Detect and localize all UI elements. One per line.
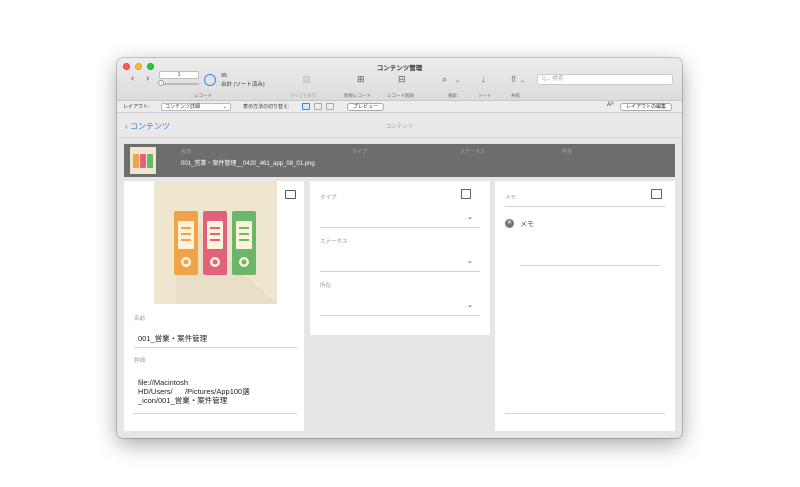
header-name-caption: 名前	[181, 149, 192, 155]
edit-layout-button[interactable]: レイアウトの編集	[620, 102, 673, 111]
find-dropdown-chevron-icon[interactable]: ⌄	[455, 77, 460, 84]
next-record-icon[interactable]: ›	[146, 73, 149, 84]
records-pie-icon	[204, 74, 216, 86]
detail-line-3: _icon/001_営業・案件管理	[138, 396, 228, 405]
detail-line-1: file://Macintosh	[138, 378, 189, 387]
chevron-down-icon: ⌄	[222, 103, 227, 110]
memo-item[interactable]: メモ	[520, 219, 534, 229]
new-record-icon[interactable]: ⊞	[357, 74, 365, 85]
status-label: ステータス	[320, 239, 348, 245]
search-field-icon: Q⌄	[542, 76, 553, 82]
header-status-caption: ステータス	[460, 149, 486, 155]
content-image[interactable]	[154, 181, 277, 304]
header-filename: 001_営業・案件管理__0420_461_app_08_01.png	[181, 161, 315, 167]
location-label: 所在	[320, 283, 332, 289]
record-slider-knob[interactable]	[158, 80, 164, 86]
name-field[interactable]: 001_営業・案件管理	[138, 333, 207, 344]
memo-header-underline	[505, 206, 665, 207]
binders-thumbnail-icon	[133, 154, 153, 168]
type-dropdown-chevron-icon[interactable]: ⌄	[467, 213, 473, 221]
status-dropdown-chevron-icon[interactable]: ⌄	[467, 257, 473, 265]
titlebar: コンテンツ管理 ‹ › 1 95 合計 (ソート済み) レコード ▤ すべてを表…	[117, 58, 682, 101]
list-header-row[interactable]: 名前 タイプ ステータス 所在 001_営業・案件管理__0420_461_ap…	[124, 144, 675, 177]
type-label: タイプ	[320, 195, 337, 201]
show-all-label[interactable]: すべてを表示	[290, 93, 316, 99]
search-placeholder: 検索	[552, 76, 564, 82]
list-view-icon[interactable]	[314, 103, 322, 110]
binders-icon	[174, 211, 277, 304]
delete-circle-icon[interactable]: ✕	[505, 219, 514, 228]
new-record-label[interactable]: 新規レコード	[344, 93, 371, 99]
name-label: 名前	[134, 316, 146, 322]
name-field-underline	[134, 347, 297, 348]
detail-field-underline	[134, 413, 297, 414]
table-view-icon[interactable]	[326, 103, 334, 110]
font-size-icon[interactable]: Aᴬ	[607, 102, 614, 108]
location-dropdown-chevron-icon[interactable]: ⌄	[467, 301, 473, 309]
layout-bar: レイアウト: コンテンツ詳細 ⌄ 表示方法の切り替え: プレビュー Aᴬ レイア…	[117, 101, 682, 113]
detail-line-2: HD/Users/ /Pictures/App100選	[138, 387, 250, 396]
share-label[interactable]: 共有	[511, 93, 520, 99]
found-total-label: 合計 (ソート済み)	[221, 82, 265, 88]
layout-select[interactable]: コンテンツ詳細 ⌄	[161, 102, 231, 111]
share-dropdown-chevron-icon[interactable]: ⌄	[520, 77, 525, 84]
delete-record-icon[interactable]: ⊟	[398, 74, 406, 85]
search-input[interactable]: Q⌄ 検索	[537, 74, 673, 85]
nav-bar: ‹ コンテンツ コンテンツ	[117, 113, 682, 138]
insert-image-icon[interactable]	[285, 190, 296, 199]
record-label: レコード	[194, 93, 212, 98]
show-all-icon[interactable]: ▤	[302, 74, 311, 85]
edit-note-icon[interactable]	[651, 189, 662, 199]
sort-label[interactable]: ソート	[478, 93, 492, 99]
left-panel: 名前 001_営業・案件管理 詳細 file://Macintosh HD/Us…	[124, 181, 304, 431]
form-view-icon[interactable]	[302, 103, 310, 110]
record-number-field[interactable]: 1	[159, 71, 199, 79]
window-title: コンテンツ管理	[376, 65, 423, 72]
sort-icon[interactable]: ↓	[481, 74, 486, 84]
find-label[interactable]: 検索	[448, 93, 457, 99]
detail-field[interactable]: file://Macintosh HD/Users/ /Pictures/App…	[138, 378, 250, 405]
nav-title: コンテンツ	[385, 124, 414, 130]
preview-button[interactable]: プレビュー	[347, 102, 385, 111]
memo-item-underline	[520, 265, 660, 266]
status-field[interactable]	[320, 271, 480, 272]
detail-label: 詳細	[134, 358, 146, 364]
view-as-label: 表示方法の切り替え:	[243, 104, 290, 110]
type-field[interactable]	[320, 227, 480, 228]
share-icon[interactable]: ⇧	[510, 74, 518, 85]
header-location-caption: 所在	[562, 149, 573, 155]
layout-label: レイアウト:	[123, 104, 150, 110]
middle-panel: タイプ ⌄ ステータス ⌄ 所在 ⌄	[310, 181, 490, 335]
duplicate-icon[interactable]	[461, 189, 471, 199]
previous-record-icon[interactable]: ‹	[131, 73, 134, 84]
app-window: コンテンツ管理 ‹ › 1 95 合計 (ソート済み) レコード ▤ すべてを表…	[117, 58, 682, 438]
right-panel: メモ ✕ メモ	[495, 181, 675, 431]
memo-footer-underline	[505, 413, 665, 414]
search-icon[interactable]: ⌕	[442, 74, 447, 85]
record-slider[interactable]	[159, 83, 199, 85]
layout-select-value: コンテンツ詳細	[165, 103, 201, 110]
location-field[interactable]	[320, 315, 480, 316]
header-type-caption: タイプ	[352, 149, 368, 155]
thumbnail-image	[130, 147, 156, 174]
delete-record-label[interactable]: レコード削除	[387, 93, 414, 99]
found-count: 95	[221, 73, 228, 79]
memo-label: メモ	[505, 195, 517, 201]
